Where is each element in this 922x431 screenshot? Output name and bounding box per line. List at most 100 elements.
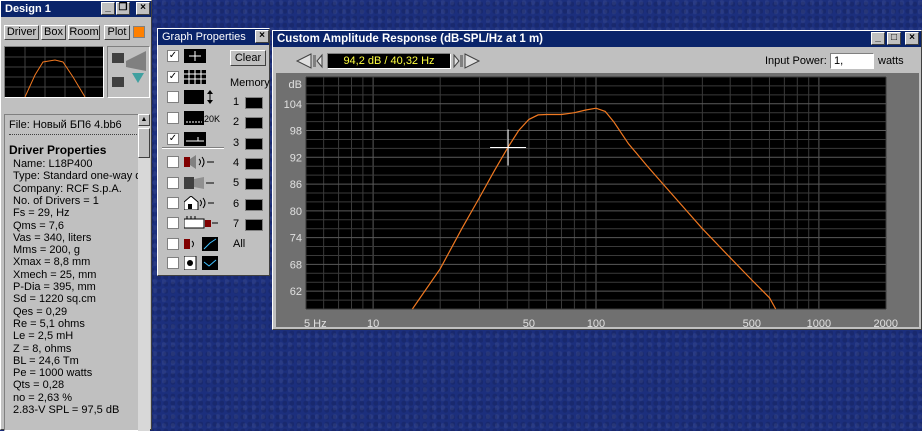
x-tick-label: 50 (523, 318, 535, 327)
amplitude-close-button[interactable]: × (905, 32, 919, 45)
graph-option-checkbox[interactable] (167, 156, 179, 168)
color-swatch-button[interactable] (133, 26, 145, 38)
y-tick-label: 104 (284, 99, 302, 111)
driver-property: Company: RCF S.p.A. (13, 182, 122, 195)
amplitude-title-bar[interactable]: Custom Amplitude Response (dB-SPL/Hz at … (273, 31, 921, 47)
graph-option-checkbox[interactable] (167, 197, 179, 209)
amplifier-icon[interactable] (183, 216, 218, 230)
memory-slot-label[interactable]: All (233, 238, 245, 250)
graph-option-checkbox[interactable]: ✓ (167, 133, 179, 145)
step-left-icon[interactable] (295, 53, 313, 69)
design-title: Design 1 (5, 3, 51, 15)
speaker-graph-icon[interactable] (184, 237, 218, 251)
fine-right-icon[interactable] (453, 53, 463, 69)
speaker-design-icon[interactable] (107, 46, 150, 98)
y-tick-label: 68 (290, 259, 302, 271)
tab-room[interactable]: Room (68, 25, 100, 40)
graph-properties-close-button[interactable]: × (255, 30, 269, 43)
y-tick-label: 86 (290, 179, 302, 191)
scroll-up-button[interactable]: ▲ (138, 114, 150, 126)
input-power-unit: watts (878, 55, 904, 67)
driver-property: no = 2,63 % (13, 391, 73, 404)
driver-property: Sd = 1220 sq.cm (13, 293, 96, 306)
driver-property: Qts = 0,28 (13, 379, 65, 392)
crosshair-icon[interactable] (184, 49, 206, 63)
driver-property: Z = 8, ohms (13, 342, 72, 355)
amplitude-chart[interactable]: 62 68 74 80 86 92 98 104 dB 5 Hz 10 50 100 500 1000 200… (276, 73, 919, 327)
driver-property: Vas = 340, liters (13, 231, 92, 244)
graph-properties-window: Graph Properties × ✓ ✓ 20K ✓ Clear Memory 1… (157, 28, 270, 276)
x-tick-label: 2000 (874, 318, 898, 327)
memory-slot-button[interactable] (245, 97, 263, 109)
phase-icon[interactable] (184, 132, 206, 146)
thumbnail-plot[interactable] (4, 46, 104, 98)
memory-slot-button[interactable] (245, 117, 263, 130)
graph-option-checkbox[interactable]: ✓ (167, 71, 179, 83)
driver-property: Fs = 29, Hz (13, 207, 70, 220)
input-power-field[interactable]: 1, (830, 53, 874, 69)
memory-slot-label: 2 (233, 116, 240, 129)
amplitude-minimize-button[interactable]: _ (871, 32, 885, 45)
y-tick-label: 80 (290, 206, 302, 218)
x-tick-label: 10 (367, 318, 379, 327)
tab-driver[interactable]: Driver (4, 25, 39, 40)
driver-property: Xmech = 25, mm (13, 268, 97, 281)
x-tick-label: 1000 (807, 318, 831, 327)
x-tick-label: 500 (743, 318, 761, 327)
fine-left-icon[interactable] (313, 53, 323, 69)
memory-slot-label: 4 (233, 156, 240, 169)
speaker-sound-icon[interactable] (184, 155, 214, 169)
graph-option-checkbox[interactable] (167, 91, 179, 103)
clear-button[interactable]: Clear (230, 50, 266, 66)
properties-scrollbar[interactable]: ▲ (138, 114, 150, 431)
close-button[interactable]: × (136, 2, 150, 15)
memory-slot-button[interactable] (245, 198, 263, 211)
memory-slot-button[interactable] (245, 218, 263, 231)
graph-option-checkbox[interactable]: ✓ (167, 50, 179, 62)
y-tick-label: 62 (290, 286, 302, 298)
room-speaker-icon[interactable] (183, 195, 214, 211)
scroll-thumb[interactable] (138, 128, 150, 158)
vertical-scale-icon[interactable] (184, 90, 214, 104)
file-name: File: Новый БП6 4.bb6 (9, 119, 122, 131)
speaker-box-icon[interactable] (184, 176, 214, 190)
graph-properties-title: Graph Properties (162, 31, 246, 43)
driver-properties-panel: File: Новый БП6 4.bb6 Driver Properties … (4, 114, 150, 431)
driver-property: Mms = 200, g (13, 244, 80, 257)
grid-icon[interactable] (184, 70, 206, 84)
graph-option-checkbox[interactable] (167, 112, 179, 124)
memory-slot-button[interactable] (245, 157, 263, 170)
tab-box[interactable]: Box (41, 25, 66, 40)
graph-option-checkbox[interactable] (167, 217, 179, 229)
minimize-button[interactable]: _ (101, 2, 115, 15)
graph-properties-title-bar[interactable]: Graph Properties (158, 29, 269, 45)
driver-property: Qes = 0,29 (13, 305, 68, 318)
graph-option-checkbox[interactable] (167, 238, 179, 250)
memory-slot-label: 6 (233, 197, 240, 210)
restore-button[interactable]: ❐ (116, 2, 130, 15)
amplitude-maximize-button[interactable]: □ (887, 32, 901, 45)
driver-property: No. of Drivers = 1 (13, 194, 99, 207)
memory-slot-label: 1 (233, 96, 240, 108)
driver-property: Le = 2,5 mH (13, 330, 74, 343)
tab-plot-label: Plot (107, 26, 127, 38)
tab-room-label: Room (69, 26, 99, 38)
memory-slot-label: 5 (233, 177, 240, 190)
driver-property: Re = 5,1 ohms (13, 317, 85, 330)
y-tick-label: 92 (290, 152, 302, 164)
step-right-icon[interactable] (463, 53, 481, 69)
memory-slot-button[interactable] (245, 137, 263, 150)
driver-property: Type: Standard one-way d (13, 170, 142, 183)
x-tick-label: 100 (587, 318, 605, 327)
memory-slot-label: 7 (233, 217, 240, 230)
graph-option-checkbox[interactable] (167, 257, 179, 269)
memory-slot-button[interactable] (245, 178, 263, 191)
clear-button-label: Clear (234, 52, 262, 64)
memory-slot-label: 3 (233, 136, 240, 149)
frequency-20k-label: 20K (204, 114, 221, 124)
amplitude-response-window: Custom Amplitude Response (dB-SPL/Hz at … (272, 30, 922, 330)
tab-plot[interactable]: Plot (104, 25, 130, 40)
driver-graph-icon[interactable] (183, 255, 218, 271)
memory-label: Memory (230, 77, 270, 89)
graph-option-checkbox[interactable] (167, 177, 179, 189)
